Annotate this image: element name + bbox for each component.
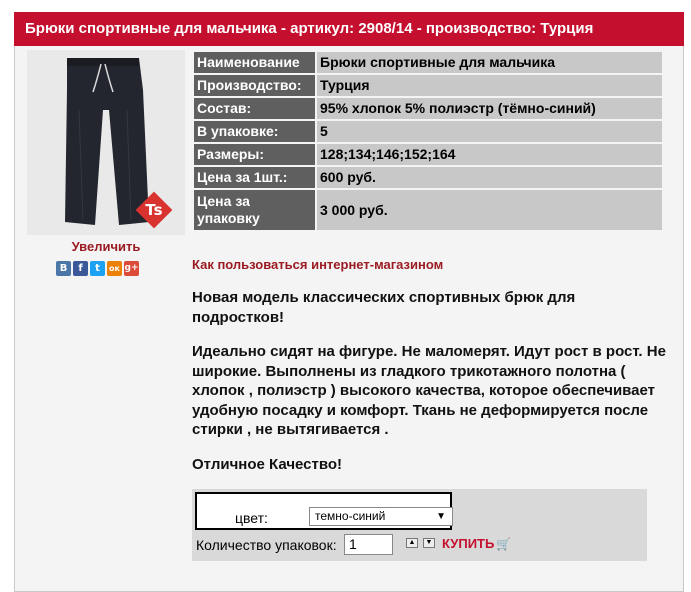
spec-value: Турция [317, 75, 662, 96]
quantity-increase-icon[interactable]: ▲ [406, 538, 418, 548]
description-paragraph: Отличное Качество! [192, 455, 343, 473]
spec-key: Цена за 1шт.: [194, 167, 315, 188]
odnoklassniki-icon[interactable]: ок [107, 261, 122, 276]
spec-row: Наименование Брюки спортивные для мальчи… [194, 52, 662, 73]
dropdown-arrow-icon: ▼ [436, 511, 446, 522]
product-title: Брюки спортивные для мальчика - артикул:… [14, 12, 684, 46]
spec-key: Состав: [194, 98, 315, 119]
spec-row: Цена за упаковку 3 000 руб. [194, 190, 662, 230]
spec-row: Цена за 1шт.: 600 руб. [194, 167, 662, 188]
spec-value: Брюки спортивные для мальчика [317, 52, 662, 73]
spec-key: Производство: [194, 75, 315, 96]
description-paragraph: Новая модель классических спортивных брю… [192, 289, 576, 326]
quantity-input[interactable]: 1 [344, 534, 393, 555]
buy-button[interactable]: КУПИТЬ 🛒 [442, 536, 511, 551]
cart-icon: 🛒 [496, 536, 512, 551]
spec-row: Состав: 95% хлопок 5% полиэстр (тёмно-си… [194, 98, 662, 119]
product-description: Новая модель классических спортивных брю… [192, 288, 670, 489]
spec-row: Размеры: 128;134;146;152;164 [194, 144, 662, 165]
enlarge-link[interactable]: Увеличить [27, 239, 185, 254]
spec-value: 128;134;146;152;164 [317, 144, 662, 165]
facebook-icon[interactable]: f [73, 261, 88, 276]
google-plus-icon[interactable]: g+ [124, 261, 139, 276]
color-label: цвет: [235, 510, 268, 526]
social-share-bar: В f t ок g+ [56, 261, 139, 276]
vk-icon[interactable]: В [56, 261, 71, 276]
spec-table: Наименование Брюки спортивные для мальчи… [192, 50, 664, 232]
description-paragraph: Идеально сидят на фигуре. Не маломерят. … [192, 343, 666, 438]
spec-key: В упаковке: [194, 121, 315, 142]
color-select-value: темно-синий [315, 509, 386, 523]
spec-key: Размеры: [194, 144, 315, 165]
spec-value: 600 руб. [317, 167, 662, 188]
quantity-label: Количество упаковок: [196, 537, 337, 553]
spec-row: Производство: Турция [194, 75, 662, 96]
buy-label: КУПИТЬ [442, 536, 495, 551]
spec-key: Наименование [194, 52, 315, 73]
spec-value: 95% хлопок 5% полиэстр (тёмно-синий) [317, 98, 662, 119]
spec-value: 5 [317, 121, 662, 142]
brand-logo: Ts [145, 201, 162, 219]
how-to-shop-link[interactable]: Как пользоваться интернет-магазином [192, 257, 443, 272]
color-box: цвет: темно-синий ▼ [195, 492, 453, 530]
quantity-decrease-icon[interactable]: ▼ [423, 538, 435, 548]
spec-key: Цена за упаковку [194, 190, 315, 230]
spec-row: В упаковке: 5 [194, 121, 662, 142]
color-select[interactable]: темно-синий ▼ [309, 507, 453, 526]
twitter-icon[interactable]: t [90, 261, 105, 276]
spec-value: 3 000 руб. [317, 190, 662, 230]
order-panel: цвет: темно-синий ▼ Количество упаковок:… [192, 489, 647, 561]
product-photo[interactable]: Ts [27, 50, 185, 235]
